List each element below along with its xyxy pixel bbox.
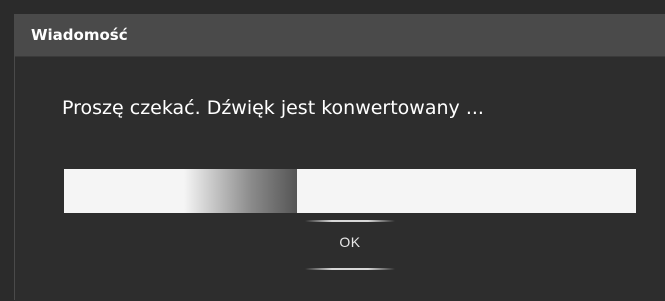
dialog-title: Wiadomość bbox=[31, 26, 128, 44]
ok-button[interactable]: OK bbox=[305, 218, 395, 272]
status-message: Proszę czekać. Dźwięk jest konwertowany … bbox=[62, 97, 484, 119]
dialog-titlebar[interactable]: Wiadomość bbox=[15, 15, 665, 57]
ok-button-label: OK bbox=[339, 234, 361, 250]
ok-button-top-border bbox=[305, 220, 395, 222]
progress-indicator bbox=[184, 169, 298, 213]
progress-bar bbox=[64, 169, 636, 213]
message-dialog: Wiadomość Proszę czekać. Dźwięk jest kon… bbox=[14, 14, 665, 301]
dialog-content: Proszę czekać. Dźwięk jest konwertowany … bbox=[15, 57, 665, 301]
ok-button-bottom-border bbox=[305, 268, 395, 270]
